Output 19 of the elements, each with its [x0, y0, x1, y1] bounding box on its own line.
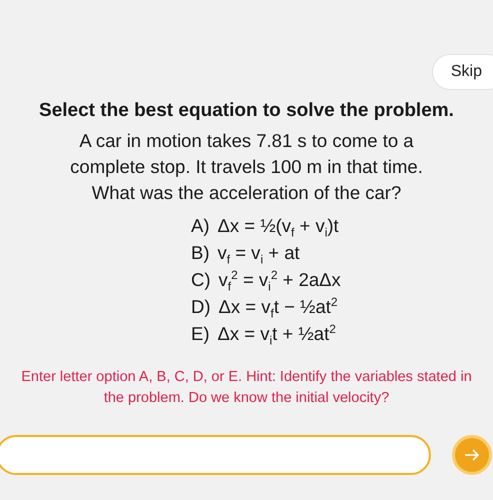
problem-text: A car in motion takes 7.81 s to come to a — [79, 129, 414, 153]
problem-text: What was the acceleration of the car? — [92, 181, 402, 205]
submit-button[interactable] — [455, 438, 489, 472]
option-letter: A) — [191, 214, 210, 238]
equation-text: v$_{f}$$^{2}$ = v$_{i}$$^{2}$ + 2aΔx — [218, 266, 341, 293]
arrow-right-icon — [464, 448, 480, 462]
skip-button[interactable]: Skip — [432, 54, 493, 90]
equation-text: Δx = v$_{f}$t − ½at$^{2}$ — [218, 294, 338, 320]
option-letter: C) — [191, 268, 211, 292]
equation-text: Δx = ½(v$_{f}$ + v$_{i}$)t — [218, 214, 339, 239]
instruction-text: Select the best equation to solve the problem. — [38, 100, 455, 122]
hint-text: Enter letter option A, B, C, D, or E. Hint: Identify the variables stated in the problem. Do we know the initial velocity? — [20, 368, 473, 408]
option-letter: E) — [191, 322, 210, 346]
equation-text: Δx = v$_{i}$t + ½at$^{2}$ — [218, 320, 336, 347]
option-letter: D) — [191, 295, 211, 319]
option-letter: B) — [191, 241, 210, 265]
answer-field[interactable] — [0, 435, 431, 475]
problem-text: complete stop. It travels 100 m in that time. — [70, 155, 423, 179]
equation-text: v$_{f}$ = v$_{i}$ + at — [218, 241, 300, 266]
